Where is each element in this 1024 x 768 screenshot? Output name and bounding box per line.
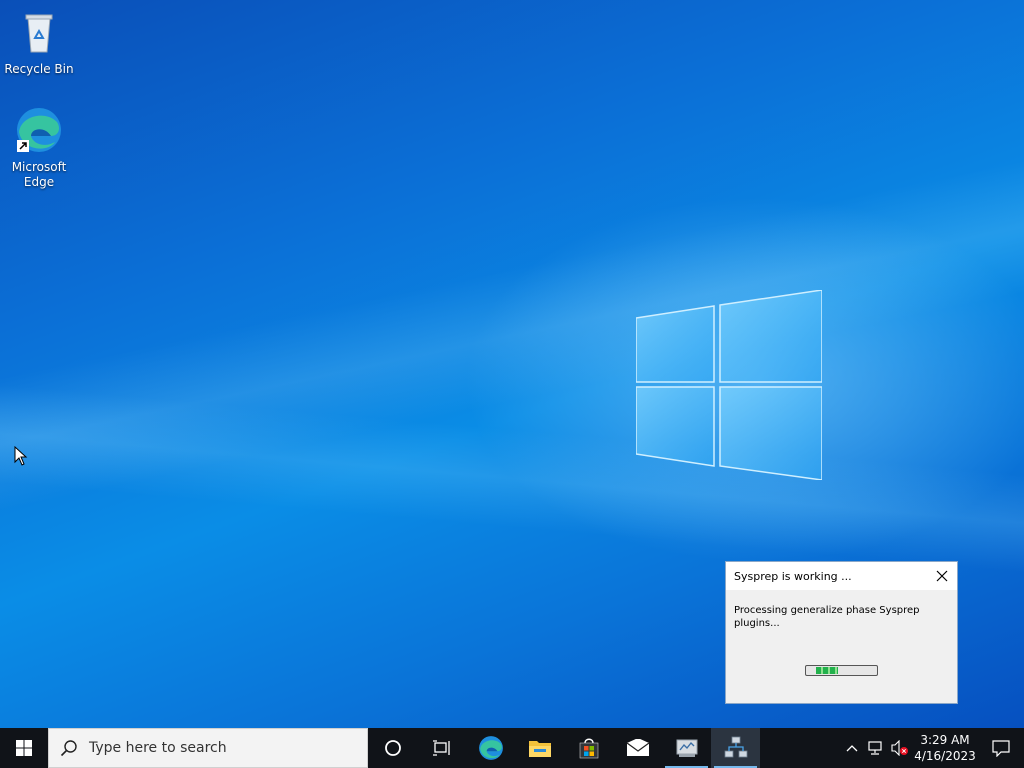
volume-button[interactable] [888, 728, 912, 768]
taskbar: Type here to search 3:29 AM 4/16/2023 [0, 728, 1024, 768]
notification-icon [992, 740, 1010, 757]
dialog-close-button[interactable] [927, 562, 957, 590]
search-icon [60, 740, 77, 757]
server-manager-icon [676, 739, 697, 757]
taskbar-file-explorer-button[interactable] [515, 728, 564, 768]
sysprep-progress-dialog: Sysprep is working ... Processing genera… [725, 561, 958, 704]
close-icon [936, 570, 948, 582]
taskbar-store-button[interactable] [564, 728, 613, 768]
dialog-title: Sysprep is working ... [734, 569, 852, 583]
desktop-icon-label: Recycle Bin [4, 62, 74, 76]
mouse-cursor-icon [14, 446, 28, 466]
taskbar-clock[interactable]: 3:29 AM 4/16/2023 [912, 732, 978, 764]
progress-bar [805, 665, 878, 676]
taskbar-mail-button[interactable] [613, 728, 662, 768]
desktop-icon-edge[interactable]: Microsoft Edge [1, 106, 77, 190]
clock-time: 3:29 AM [920, 733, 970, 747]
start-button[interactable] [0, 728, 48, 768]
windows-start-icon [16, 740, 32, 756]
volume-muted-icon [891, 740, 908, 756]
edge-icon [478, 736, 503, 760]
chevron-up-icon [846, 745, 858, 752]
dialog-message: Processing generalize phase Sysprep plug… [734, 605, 920, 629]
search-placeholder: Type here to search [89, 740, 227, 756]
mail-icon [626, 739, 649, 756]
desktop: Recycle Bin Microsoft Edge Sysprep is wo… [0, 0, 1024, 728]
task-view-icon [432, 740, 450, 756]
dialog-titlebar[interactable]: Sysprep is working ... [726, 562, 957, 590]
taskbar-server-manager-button[interactable] [662, 728, 711, 768]
taskbar-sysprep-button[interactable] [711, 728, 760, 768]
desktop-icon-label: Microsoft Edge [11, 160, 67, 189]
taskbar-task-view-button[interactable] [417, 728, 466, 768]
network-status-button[interactable] [864, 728, 888, 768]
clock-date: 4/16/2023 [914, 749, 976, 763]
taskbar-edge-button[interactable] [466, 728, 515, 768]
show-hidden-icons-button[interactable] [840, 728, 864, 768]
system-tray: 3:29 AM 4/16/2023 [840, 728, 1024, 768]
windows-logo-wallpaper [636, 290, 822, 480]
taskbar-cortana-button[interactable] [368, 728, 417, 768]
network-icon [868, 741, 882, 755]
taskbar-search-box[interactable]: Type here to search [48, 728, 368, 768]
progress-marquee [816, 667, 838, 674]
file-explorer-icon [528, 741, 551, 757]
edge-icon [17, 108, 61, 152]
recycle-bin-icon [25, 14, 53, 53]
cortana-icon [384, 740, 401, 756]
desktop-icon-recycle-bin[interactable]: Recycle Bin [1, 8, 77, 77]
sysprep-icon [724, 736, 747, 758]
store-icon [579, 738, 598, 759]
action-center-button[interactable] [978, 728, 1024, 768]
